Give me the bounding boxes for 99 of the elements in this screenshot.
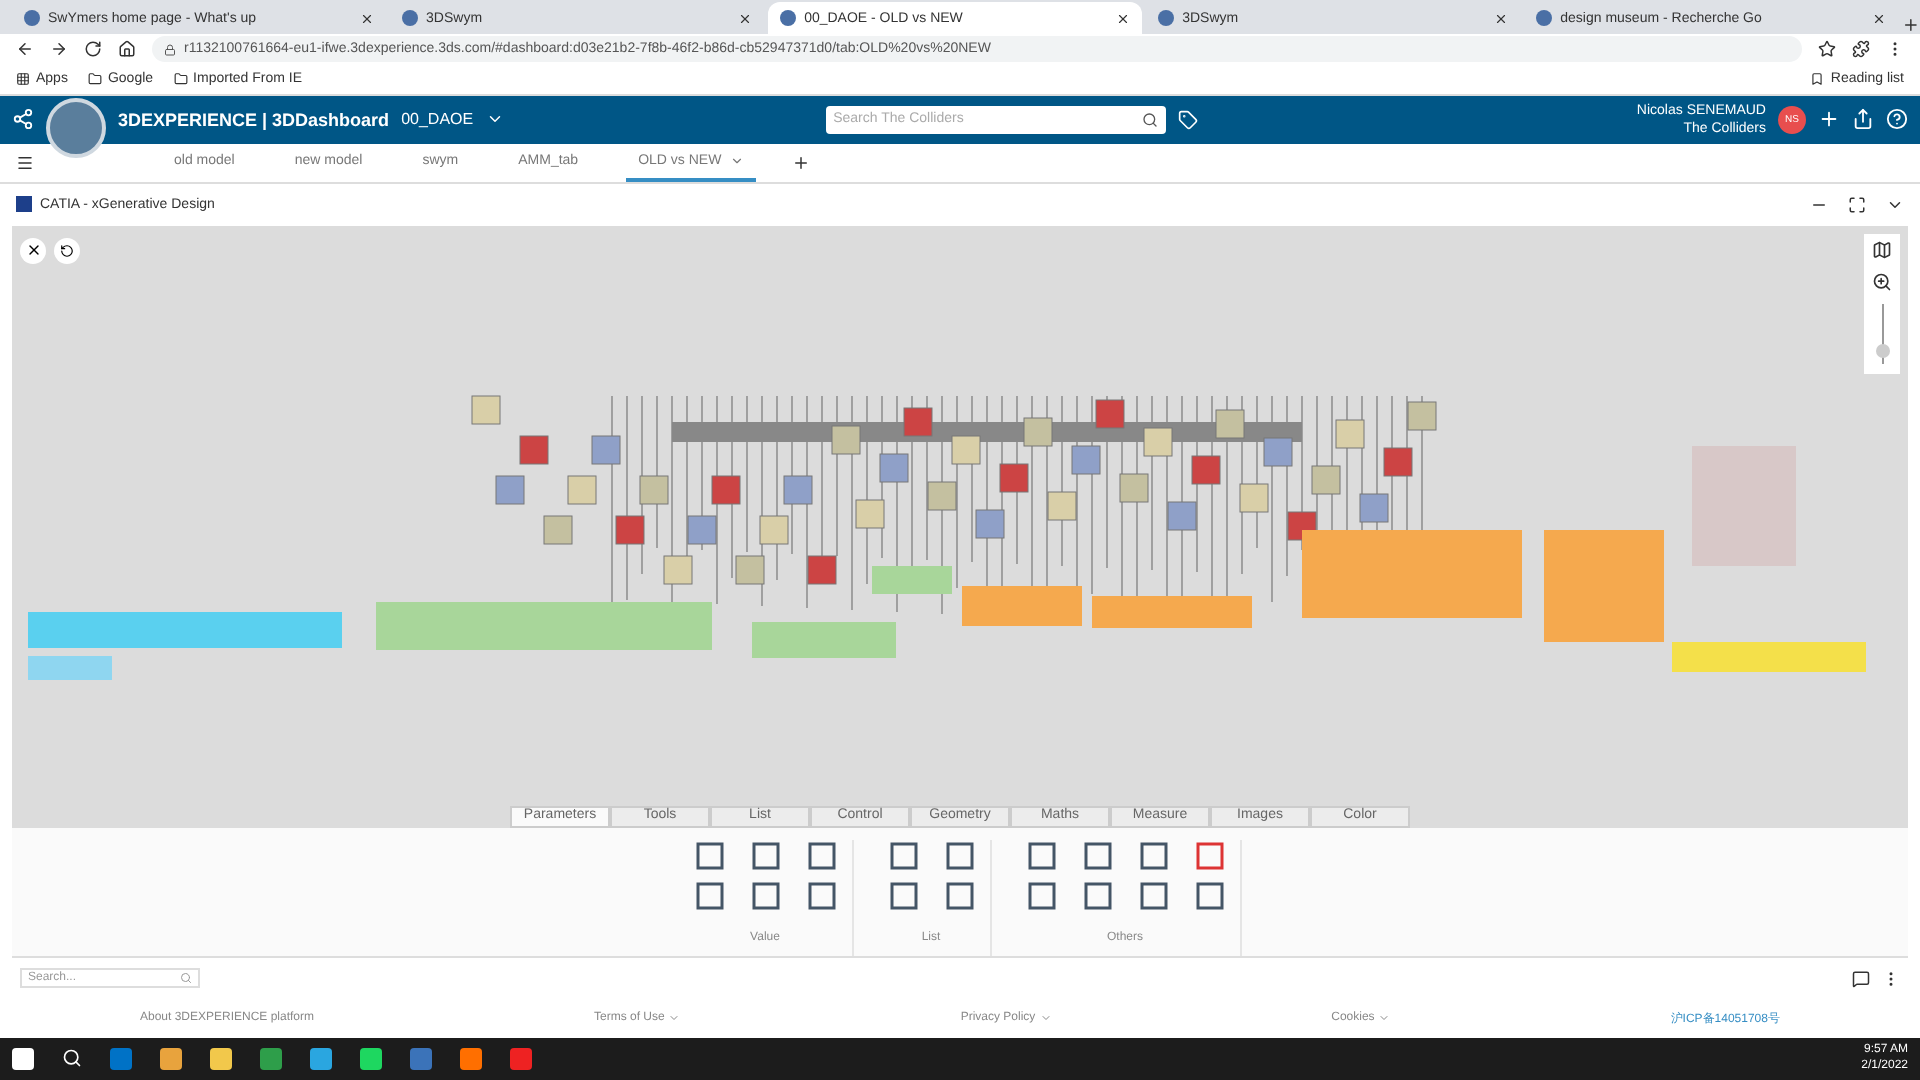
taskbar-app-icon[interactable] — [160, 1047, 182, 1070]
taskbar-app-icon[interactable] — [460, 1047, 482, 1070]
start-icon[interactable] — [12, 1047, 34, 1070]
share-icon[interactable] — [1852, 108, 1874, 131]
home-icon[interactable] — [118, 40, 136, 59]
lock-icon[interactable] — [164, 43, 176, 56]
node-block — [687, 514, 717, 544]
favicon-icon — [1158, 10, 1175, 27]
map-icon[interactable] — [1872, 239, 1892, 260]
node-block — [567, 474, 597, 504]
close-button[interactable] — [20, 237, 46, 264]
node-block — [1191, 454, 1221, 484]
node-panel[interactable] — [872, 565, 952, 594]
close-icon[interactable] — [738, 11, 753, 26]
brand-title: 3DEXPERIENCE | 3DDashboard — [118, 109, 390, 130]
logo-icon[interactable] — [12, 108, 34, 131]
folder-icon[interactable] — [173, 72, 188, 87]
node-block — [927, 480, 957, 510]
grid-icon[interactable] — [16, 72, 30, 87]
compass-icon[interactable] — [46, 97, 106, 158]
close-icon[interactable] — [25, 242, 41, 259]
node-block — [639, 474, 669, 504]
node-block — [1215, 408, 1245, 438]
node-block — [495, 474, 525, 504]
maximize-icon[interactable] — [1848, 195, 1866, 214]
node-panel[interactable] — [752, 621, 896, 658]
new-tab-icon[interactable] — [1902, 16, 1920, 35]
reset-button[interactable] — [54, 237, 80, 264]
node-block — [1095, 398, 1125, 428]
node-block — [807, 554, 837, 584]
chat-icon[interactable] — [1852, 969, 1870, 988]
node-block — [1119, 472, 1149, 502]
tag-icon[interactable] — [1177, 109, 1198, 130]
node-block — [471, 394, 501, 424]
forward-icon[interactable] — [50, 40, 68, 59]
node-block — [999, 462, 1029, 492]
node-block — [543, 514, 573, 544]
back-icon[interactable] — [16, 40, 34, 59]
node-block — [663, 554, 693, 584]
dashboard-name[interactable]: 00_DAOE — [401, 110, 474, 129]
reset-icon[interactable] — [60, 243, 74, 258]
node-block — [1023, 416, 1053, 446]
node-panel[interactable] — [1302, 529, 1522, 618]
node-panel[interactable] — [376, 601, 712, 650]
taskbar-app-icon[interactable] — [210, 1047, 232, 1070]
close-icon[interactable] — [360, 11, 375, 26]
taskbar-app-icon[interactable] — [360, 1047, 382, 1070]
node-block — [1143, 426, 1173, 456]
node-block — [951, 434, 981, 464]
reload-icon[interactable] — [84, 40, 102, 59]
node-block — [519, 434, 549, 464]
node-block — [1335, 418, 1365, 448]
close-icon[interactable] — [1116, 11, 1131, 26]
favicon-icon — [1536, 10, 1553, 27]
node-block — [831, 424, 861, 454]
bookmark-icon[interactable] — [1810, 72, 1825, 87]
add-tab-icon[interactable] — [791, 153, 810, 172]
puzzle-icon[interactable] — [1852, 40, 1870, 59]
node-block — [1383, 446, 1413, 476]
add-icon[interactable] — [1818, 108, 1840, 131]
node-block — [759, 514, 789, 544]
node-block — [711, 474, 741, 504]
node-block — [903, 406, 933, 436]
node-block — [1071, 444, 1101, 474]
node-panel[interactable] — [28, 611, 342, 648]
node-panel[interactable] — [1672, 641, 1866, 672]
taskbar-app-icon[interactable] — [260, 1047, 282, 1070]
node-panel[interactable] — [1544, 529, 1664, 642]
close-icon[interactable] — [1494, 11, 1509, 26]
folder-icon[interactable] — [87, 72, 102, 87]
node-panel[interactable] — [1092, 595, 1252, 628]
favicon-icon — [780, 10, 797, 27]
zoom-thumb[interactable] — [1875, 344, 1889, 359]
node-block — [1239, 482, 1269, 512]
favicon-icon — [24, 10, 40, 27]
node-block — [1407, 400, 1437, 430]
help-icon[interactable] — [1886, 108, 1908, 131]
app-icon — [16, 196, 32, 213]
close-icon[interactable] — [1872, 11, 1887, 26]
zoom-icon[interactable] — [1872, 271, 1892, 292]
favicon-icon — [402, 10, 419, 27]
node-panel[interactable] — [962, 585, 1082, 626]
node-block — [855, 498, 885, 528]
star-icon[interactable] — [1818, 40, 1836, 59]
node-panel[interactable] — [28, 655, 112, 680]
node-block — [591, 434, 621, 464]
node-block — [1263, 436, 1293, 466]
menu-icon[interactable] — [16, 153, 34, 172]
node-block — [1047, 490, 1077, 520]
node-block — [879, 452, 909, 482]
node-block — [1167, 500, 1197, 530]
node-block — [975, 508, 1005, 538]
node-block — [735, 554, 765, 584]
taskbar-app-icon[interactable] — [310, 1047, 332, 1070]
node-block — [615, 514, 645, 544]
search-icon[interactable] — [1141, 111, 1158, 128]
node-block — [1311, 464, 1341, 494]
node-block — [1359, 492, 1389, 522]
node-block — [783, 474, 813, 504]
